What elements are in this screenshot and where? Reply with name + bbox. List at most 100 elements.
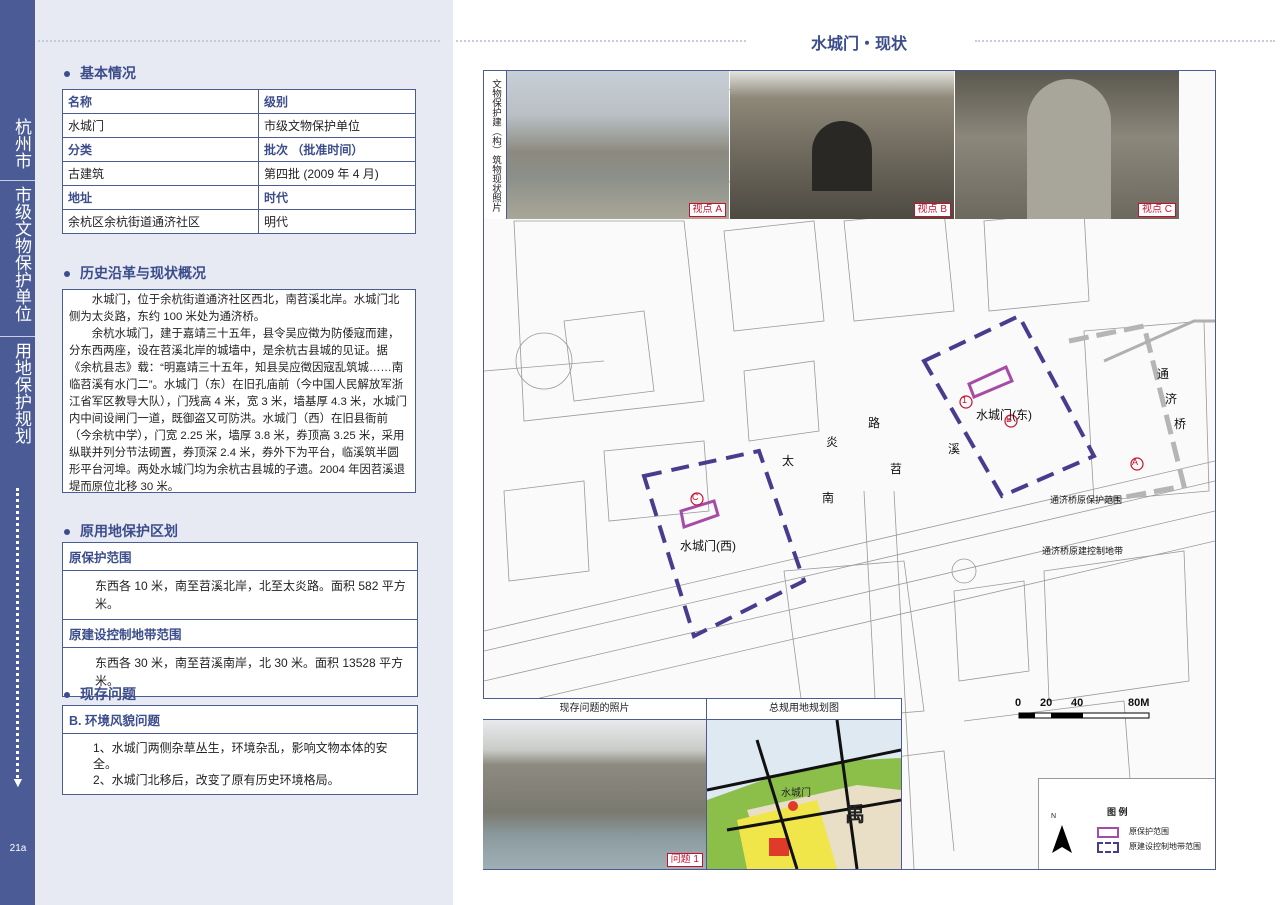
issues-list: 1、水城门两侧杂草丛生，环境杂乱，影响文物本体的安全。 2、水城门北移后，改变了… xyxy=(63,734,417,794)
table-header: 名称 xyxy=(62,89,259,114)
table-cell: 市级文物保护单位 xyxy=(258,113,416,138)
bridge-label: 通 xyxy=(1157,367,1170,381)
bottom-insets: 现存问题的照片 总规用地规划图 问题 1 水城门 禹 xyxy=(483,698,902,869)
scale-label: 20 xyxy=(1040,697,1053,709)
issues-box: B. 环境风貌问题 1、水城门两侧杂草丛生，环境杂乱，影响文物本体的安全。 2、… xyxy=(62,705,418,795)
bridge-range-label: 通济桥原保护范围 xyxy=(1050,495,1123,505)
control-range-heading: 原建设控制地带范围 xyxy=(63,619,417,648)
protect-zone-outline xyxy=(679,364,1014,529)
road-label: 太 xyxy=(782,454,795,468)
scale-label: 80M xyxy=(1128,697,1150,709)
viewpoint-tag: 视点 C xyxy=(1138,203,1176,217)
sidebar-dotted-line xyxy=(16,488,19,778)
table-row: 地址 时代 xyxy=(62,185,416,210)
river-label: 苕 xyxy=(890,462,903,476)
section-title: 基本情况 xyxy=(80,65,136,81)
basic-info-table: 名称 级别 水城门 市级文物保护单位 分类 批次 （批准时间） 古建筑 第四批 (200… xyxy=(62,89,416,234)
road-label: 路 xyxy=(868,416,881,430)
sidebar-category: 市级文物保护单位 xyxy=(12,186,31,322)
issue-photo-title: 现存问题的照片 xyxy=(483,699,707,720)
scale-label: 40 xyxy=(1071,697,1084,709)
table-cell: 古建筑 xyxy=(62,161,259,186)
page-number: 21a xyxy=(9,843,27,854)
sidebar: 杭州市 市级文物保护单位 用地保护规划 ▼ 21a xyxy=(0,0,35,905)
issues-heading: B. 环境风貌问题 xyxy=(63,706,417,734)
table-cell: 明代 xyxy=(258,209,416,234)
list-item: 1、水城门两侧杂草丛生，环境杂乱，影响文物本体的安全。 xyxy=(93,741,388,771)
table-row: 古建筑 第四批 (2009 年 4 月) xyxy=(62,161,416,186)
protect-legend-swatch xyxy=(1097,827,1119,838)
viewpoint-marker-b: B xyxy=(1006,414,1013,424)
table-header: 级别 xyxy=(258,89,416,114)
photo-viewpoint-a: 视点 A xyxy=(507,71,729,219)
legend-item: 原建设控制地带范围 xyxy=(1129,842,1201,851)
scale-bar xyxy=(1018,712,1150,719)
table-row: 水城门 市级文物保护单位 xyxy=(62,113,416,138)
photo-viewpoint-b: 视点 B xyxy=(730,71,954,219)
section-basic: 基本情况 xyxy=(64,63,136,83)
photo-viewpoint-c: 视点 C xyxy=(955,71,1179,219)
plan-char: 禹 xyxy=(845,804,865,826)
table-cell: 水城门 xyxy=(62,113,259,138)
river-label: 溪 xyxy=(948,442,961,456)
section-issues: 现存问题 xyxy=(64,684,136,704)
list-item: 2、水城门北移后，改变了原有历史环境格局。 xyxy=(93,773,340,787)
legend-item: 原保护范围 xyxy=(1129,827,1169,836)
section-title: 原用地保护区划 xyxy=(80,523,178,539)
paragraph: 余杭水城门，建于嘉靖三十五年，县令吴应徵为防倭寇而建，分东西两座，设在苕溪北岸的… xyxy=(69,328,407,493)
gate-marker-1: 1 xyxy=(962,395,968,405)
road-label: 炎 xyxy=(826,435,839,449)
section-title: 现存问题 xyxy=(80,686,136,702)
protection-range-heading: 原保护范围 xyxy=(63,543,417,571)
table-row: 名称 级别 xyxy=(62,89,416,114)
west-gate-label: 水城门(西) xyxy=(680,539,736,553)
river-label: 南 xyxy=(822,491,835,505)
protection-range-text: 东西各 10 米，南至苕溪北岸，北至太炎路。面积 582 平方米。 xyxy=(95,579,406,611)
scale-label: 0 xyxy=(1015,697,1022,709)
sidebar-city: 杭州市 xyxy=(12,118,31,169)
viewpoint-tag: 视点 B xyxy=(913,203,951,217)
photo-caption: 文物保护建（构）筑物现状照片 xyxy=(484,71,507,219)
issue-tag: 问题 1 xyxy=(666,853,703,867)
paragraph: 水城门，位于余杭街道通济社区西北，南苕溪北岸。水城门北侧为太炎路，东约 100 … xyxy=(69,294,400,323)
protection-box: 原保护范围 东西各 10 米，南至苕溪北岸，北至太炎路。面积 582 平方米。 … xyxy=(62,542,418,697)
plan-label: 水城门 xyxy=(781,788,811,799)
section-title: 历史沿革与现状概况 xyxy=(80,265,206,281)
east-gate-label: 水城门(东) xyxy=(976,408,1032,422)
table-row: 余杭区余杭街道通济社区 明代 xyxy=(62,209,416,234)
table-header: 批次 （批准时间） xyxy=(258,137,416,162)
plan-map: 水城门 禹 xyxy=(707,720,901,869)
table-row: 分类 批次 （批准时间） xyxy=(62,137,416,162)
page-title: 水城门・现状 xyxy=(811,36,908,53)
north-arrow-icon xyxy=(1052,825,1072,853)
bullet-icon xyxy=(64,692,70,699)
bullet-icon xyxy=(64,529,70,536)
sidebar-divider xyxy=(0,336,35,337)
bridge-label: 桥 xyxy=(1174,417,1187,431)
control-legend-swatch xyxy=(1097,842,1119,853)
bridge-label: 济 xyxy=(1165,392,1178,406)
plan-map-title: 总规用地规划图 xyxy=(707,699,901,720)
legend-title: 图 例 xyxy=(1107,807,1128,817)
bridge-control-label: 通济桥原建控制地带 xyxy=(1042,546,1124,556)
sidebar-divider xyxy=(0,180,35,181)
dotted-rule xyxy=(38,40,440,42)
viewpoint-marker-a: A xyxy=(1132,457,1139,467)
issue-photo: 问题 1 xyxy=(483,720,707,869)
section-protection: 原用地保护区划 xyxy=(64,521,178,541)
table-cell: 余杭区余杭街道通济社区 xyxy=(62,209,259,234)
table-header: 分类 xyxy=(62,137,259,162)
dotted-rule xyxy=(975,40,1275,42)
bullet-icon xyxy=(64,71,70,78)
table-cell: 第四批 (2009 年 4 月) xyxy=(258,161,416,186)
legend: 图 例 N 原保护范围 原建设控制地带范围 xyxy=(1038,778,1215,869)
sidebar-topic: 用地保护规划 xyxy=(12,342,31,444)
viewpoint-tag: 视点 A xyxy=(688,203,726,217)
bullet-icon xyxy=(64,271,70,278)
viewpoint-marker-c: C xyxy=(692,492,699,502)
section-history: 历史沿革与现状概况 xyxy=(64,263,206,283)
history-text: 水城门，位于余杭街道通济社区西北，南苕溪北岸。水城门北侧为太炎路，东约 100 … xyxy=(62,289,416,493)
north-label: N xyxy=(1051,813,1057,820)
table-header: 地址 xyxy=(62,185,259,210)
arrow-down-icon: ▼ xyxy=(11,774,25,790)
